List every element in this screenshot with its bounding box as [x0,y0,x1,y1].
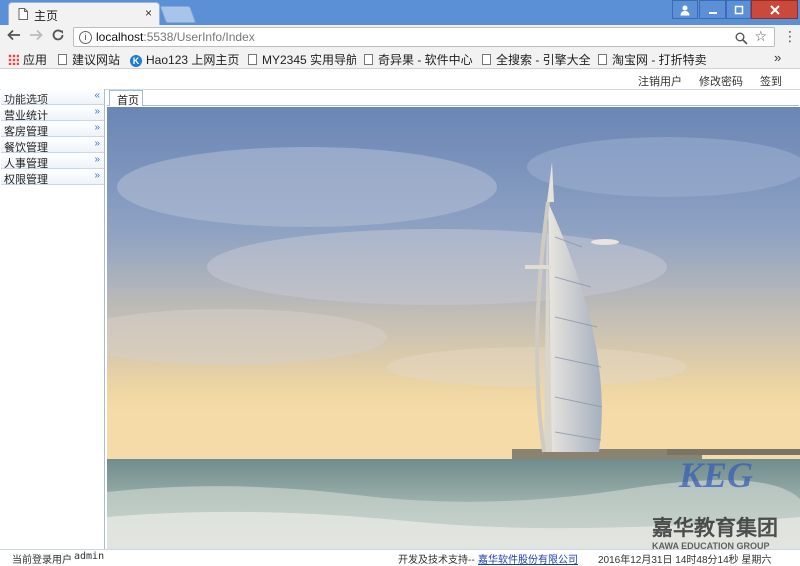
tab-close-icon[interactable]: × [145,6,152,20]
current-user-name: admin [74,551,105,562]
function-sidebar: 功能选项 « 营业统计 » 客房管理 » 餐饮管理 » 人事管理 » 权限管理 … [1,89,105,549]
url-text: localhost:5538/UserInfo/Index [96,30,255,44]
apps-grid-icon [8,54,19,65]
current-user-label: 当前登录用户 [12,555,72,566]
close-window-button[interactable] [751,0,798,19]
collapse-left-icon[interactable]: « [94,90,100,101]
tab-home[interactable]: 首页 [109,90,143,107]
browser-toolbar: i localhost:5538/UserInfo/Index ☆ ⋮ [0,25,800,49]
bookmark-apps[interactable]: 应用 [8,51,47,68]
page-icon [58,54,67,65]
sidebar-item-room-management[interactable]: 客房管理 » [1,121,104,138]
watermark-english: KAWA EDUCATION GROUP [652,541,770,549]
page-icon [248,54,257,65]
chevron-down-icon: » [94,138,100,149]
minimize-button[interactable] [699,0,726,19]
page-icon [364,54,373,65]
bookmark-item[interactable]: 建议网站 [58,51,120,68]
web-page: 注销用户 修改密码 签到 功能选项 « 营业统计 » 客房管理 » 餐饮管理 »… [0,69,800,566]
bookmark-item[interactable]: K Hao123 上网主页 [130,51,240,68]
bookmark-item[interactable]: 淘宝网 - 打折特卖 [598,51,710,68]
sidebar-item-hr-management[interactable]: 人事管理 » [1,153,104,170]
zoom-icon[interactable] [735,29,748,48]
reload-icon[interactable] [51,28,65,46]
sidebar-item-business-stats[interactable]: 营业统计 » [1,105,104,122]
page-icon [598,54,607,65]
info-icon[interactable]: i [79,31,92,44]
sidebar-header[interactable]: 功能选项 « [1,89,104,106]
document-icon [18,8,28,23]
sidebar-item-dining-management[interactable]: 餐饮管理 » [1,137,104,154]
profile-button[interactable] [672,0,698,19]
bookmark-item[interactable]: 全搜索 - 引擎大全 [482,51,590,68]
back-arrow-icon[interactable] [7,28,21,46]
new-tab-button[interactable] [159,6,197,23]
bookmark-star-icon[interactable]: ☆ [754,28,767,45]
menu-icon[interactable]: ⋮ [783,28,797,45]
sign-in-link[interactable]: 签到 [760,73,782,89]
status-footer: 当前登录用户 admin 开发及技术支持-- 嘉华软件股份有限公司 2016年1… [0,549,800,566]
browser-tab[interactable]: 主页 × [8,2,160,25]
maximize-button[interactable] [726,0,751,19]
k-logo-icon: K [130,55,142,67]
address-bar[interactable]: i localhost:5538/UserInfo/Index ☆ [73,27,775,47]
change-password-link[interactable]: 修改密码 [699,73,743,89]
page-icon [482,54,491,65]
browser-titlebar: 主页 × [0,0,800,25]
tab-title: 主页 [34,9,59,23]
bookmark-item[interactable]: 奇异果 - 软件中心 [364,51,474,68]
datetime-text: 2016年12月31日 14时48分14秒 星期六 [598,555,772,566]
burj-al-arab-photo: KEG 嘉华教育集团 KAWA EDUCATION GROUP [107,107,800,549]
chevron-down-icon: » [94,170,100,181]
content-tabs: 首页 [107,89,799,107]
sidebar-item-permission-management[interactable]: 权限管理 » [1,169,104,186]
forward-arrow-icon[interactable] [29,28,43,46]
user-header: 注销用户 修改密码 签到 [0,69,800,90]
chevron-down-icon: » [94,122,100,133]
logout-link[interactable]: 注销用户 [638,73,682,89]
keg-logo-text: KEG [678,455,753,495]
hero-image: KEG 嘉华教育集团 KAWA EDUCATION GROUP [107,107,800,549]
chevron-down-icon: » [94,154,100,165]
support-label: 开发及技术支持-- [398,555,475,566]
bookmarks-bar: 应用 建议网站 K Hao123 上网主页 MY2345 实用导航 奇异果 - 软… [0,49,800,69]
bookmarks-overflow-icon[interactable]: » [774,50,781,65]
company-link[interactable]: 嘉华软件股份有限公司 [478,551,578,566]
chevron-down-icon: » [94,106,100,117]
bookmark-item[interactable]: MY2345 实用导航 [248,51,356,68]
watermark-name: 嘉华教育集团 [652,515,778,540]
